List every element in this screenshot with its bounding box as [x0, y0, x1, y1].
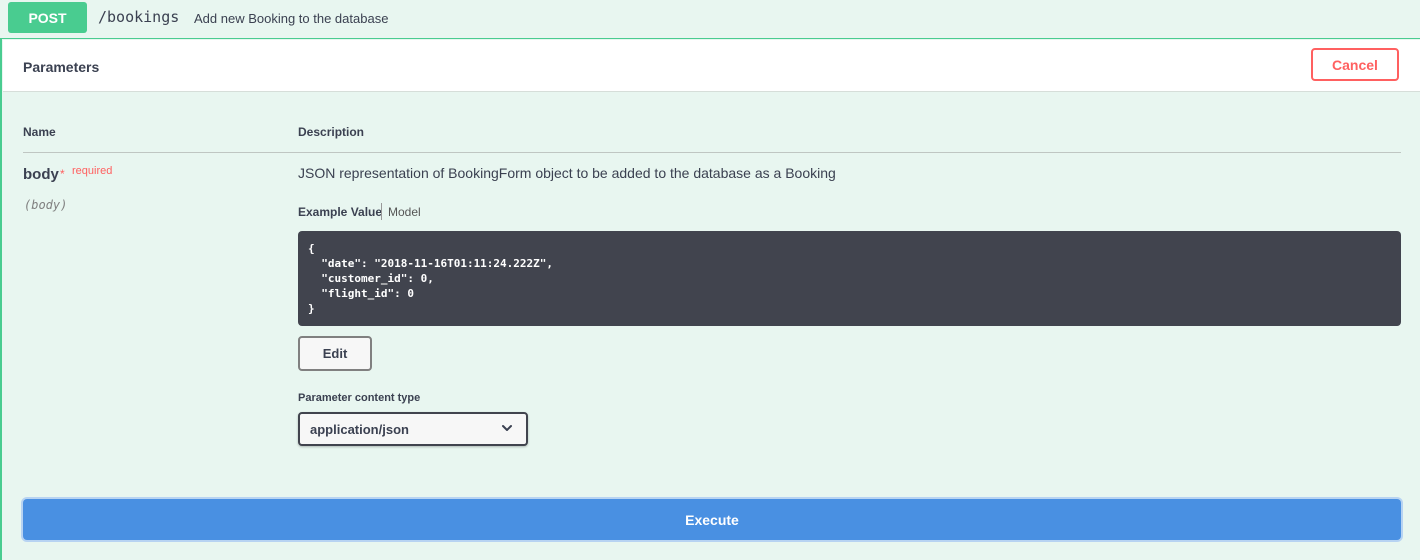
content-type-selected: application/json — [310, 422, 409, 437]
tab-example-value[interactable]: Example Value — [298, 205, 382, 219]
tab-model[interactable]: Model — [388, 205, 421, 219]
required-label: required — [72, 165, 113, 177]
parameter-name: body — [23, 166, 59, 183]
parameters-header: Parameters Cancel — [3, 40, 1420, 92]
tab-divider — [381, 203, 382, 220]
parameters-title: Parameters — [23, 59, 100, 75]
content-type-select[interactable]: application/json — [298, 412, 528, 446]
edit-button[interactable]: Edit — [298, 336, 372, 371]
parameter-description: JSON representation of BookingForm objec… — [298, 165, 836, 181]
operation-path: /bookings — [98, 8, 180, 26]
block-left-border — [0, 38, 2, 560]
example-value-code-block: { "date": "2018-11-16T01:11:24.222Z", "c… — [298, 231, 1401, 326]
method-badge: POST — [8, 2, 87, 33]
content-type-label: Parameter content type — [298, 392, 421, 404]
execute-button[interactable]: Execute — [23, 499, 1401, 540]
parameter-location: (body) — [24, 198, 68, 212]
example-json: { "date": "2018-11-16T01:11:24.222Z", "c… — [308, 242, 554, 315]
column-header-description: Description — [298, 125, 365, 139]
required-star: * — [60, 167, 65, 181]
operation-summary[interactable]: POST /bookings Add new Booking to the da… — [0, 0, 1420, 39]
cancel-button[interactable]: Cancel — [1311, 48, 1399, 81]
operation-block: POST /bookings Add new Booking to the da… — [0, 0, 1420, 560]
header-divider — [23, 152, 1401, 153]
column-header-name: Name — [23, 125, 56, 139]
operation-summary-text: Add new Booking to the database — [194, 11, 389, 26]
chevron-down-icon — [502, 425, 512, 431]
